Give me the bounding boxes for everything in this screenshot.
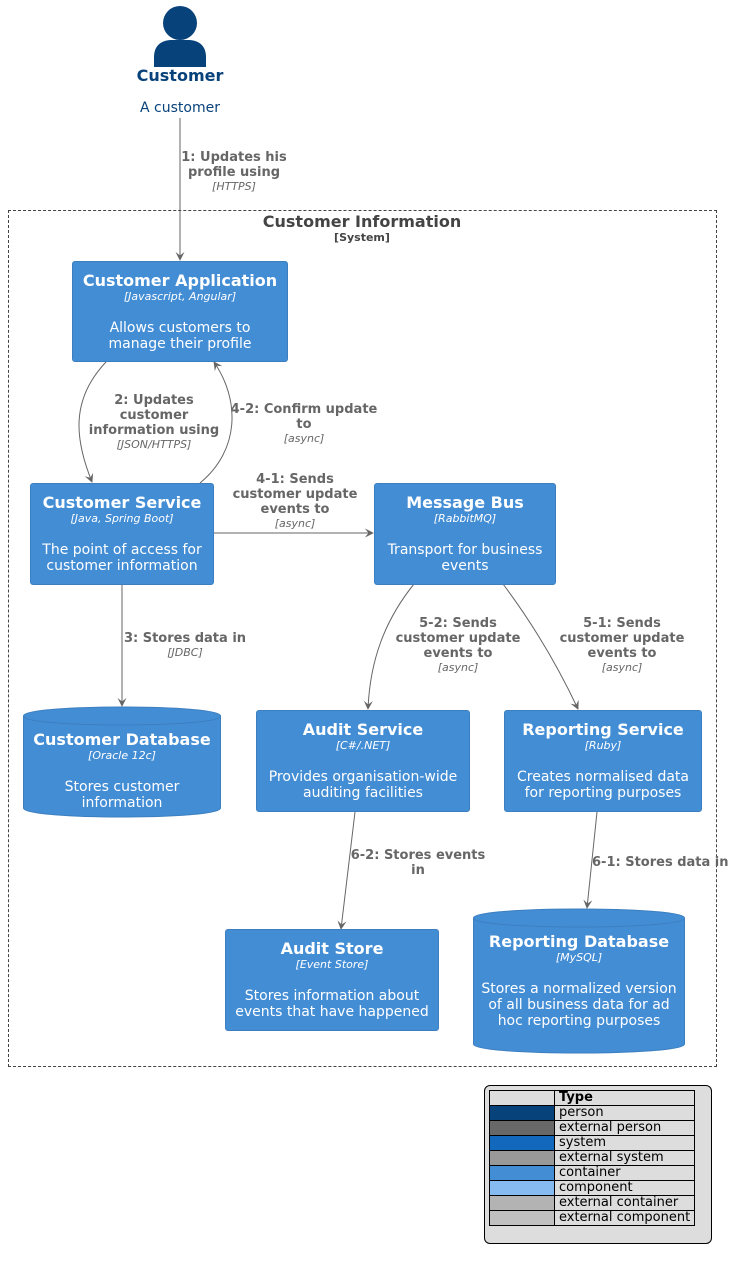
relationship-label-r41: 4-1: Sends customer update events to [as… (226, 472, 364, 531)
legend-label: external person (553, 1120, 696, 1136)
container-audit-store[interactable]: Audit Store [Event Store] Stores informa… (225, 929, 439, 1031)
legend-header-swatch (489, 1090, 555, 1106)
relationship-label-r52: 5-2: Sends customer update events to [as… (390, 616, 526, 675)
legend-row: person (489, 1105, 696, 1121)
boundary-title: Customer Information (262, 212, 462, 231)
relationship-label-r2: 2: Updates customer information using [J… (84, 393, 224, 452)
container-desc: Transport for business events (387, 542, 543, 574)
legend-label: system (553, 1135, 696, 1151)
relationship-text: 2: Updates customer information using (88, 393, 220, 438)
container-desc: Provides organisation-wide auditing faci… (268, 769, 458, 801)
container-name: Customer Application (82, 271, 278, 290)
legend-label: container (553, 1165, 696, 1181)
relationship-text: 4-1: Sends customer update events to (232, 472, 358, 517)
legend-label: external system (553, 1150, 696, 1166)
container-audit-service[interactable]: Audit Service [C#/.NET] Provides organis… (256, 710, 470, 812)
legend-swatch (489, 1180, 555, 1196)
legend-swatch (489, 1135, 555, 1151)
relationship-tech: [async] (283, 432, 325, 445)
relationship-text: 4-2: Confirm update to (230, 402, 378, 432)
relationship-label-r61: 6-1: Stores data in (592, 855, 737, 870)
legend-label: component (553, 1180, 696, 1196)
legend-row: system (489, 1135, 696, 1151)
container-desc: Creates normalised data for reporting pu… (517, 769, 689, 801)
container-customer-application[interactable]: Customer Application [Javascript, Angula… (72, 261, 288, 362)
relationship-label-r1: 1: Updates his profile using [HTTPS] (172, 150, 296, 194)
container-customer-database[interactable]: Customer Database [Oracle 12c] Stores cu… (23, 706, 221, 818)
legend-swatch (489, 1150, 555, 1166)
relationship-tech: [async] (601, 661, 643, 674)
relationship-tech: [async] (437, 661, 479, 674)
relationship-text: 1: Updates his profile using (181, 150, 287, 180)
relationship-label-r3: 3: Stores data in [JDBC] (120, 631, 250, 660)
relationship-text: 5-1: Sends customer update events to (559, 616, 685, 661)
legend-table: Type person external person system external… (489, 1090, 696, 1226)
relationship-label-r62: 6-2: Stores events in (346, 848, 490, 878)
container-reporting-database[interactable]: Reporting Database [MySQL] Stores a norm… (473, 908, 685, 1054)
relationship-label-r51: 5-1: Sends customer update events to [as… (554, 616, 690, 675)
container-message-bus[interactable]: Message Bus [RabbitMQ] Transport for bus… (374, 483, 556, 585)
container-tech: [Java, Spring Boot] (70, 512, 174, 525)
relationship-label-r42: 4-2: Confirm update to [async] (226, 402, 382, 446)
container-tech: [Oracle 12c] (88, 749, 156, 762)
person-description: A customer (140, 100, 220, 116)
container-tech: [Event Store] (295, 958, 369, 971)
container-tech: [C#/.NET] (335, 739, 391, 752)
legend-row: external component (489, 1210, 696, 1226)
legend: Type person external person system external… (484, 1085, 712, 1244)
legend-swatch (489, 1195, 555, 1211)
container-name: Audit Service (302, 720, 424, 739)
container-name: Customer Database (33, 730, 211, 749)
person-icon (154, 6, 206, 67)
legend-label: external container (553, 1195, 696, 1211)
container-desc: Allows customers to manage their profile (108, 320, 252, 352)
container-name: Customer Service (42, 493, 202, 512)
container-name: Audit Store (280, 939, 384, 958)
container-tech: [MySQL] (555, 951, 603, 964)
legend-row: component (489, 1180, 696, 1196)
container-desc: Stores customer information (64, 779, 180, 811)
container-name: Message Bus (406, 493, 524, 512)
legend-row: external system (489, 1150, 696, 1166)
container-tech: [Javascript, Angular] (123, 290, 237, 303)
legend-swatch (489, 1210, 555, 1226)
container-desc: Stores a normalized version of all busin… (481, 981, 677, 1029)
relationship-tech: [async] (274, 517, 316, 530)
relationship-tech: [HTTPS] (212, 180, 256, 193)
legend-row: external container (489, 1195, 696, 1211)
relationship-text: 5-2: Sends customer update events to (395, 616, 521, 661)
boundary-type: [System] (334, 231, 390, 244)
container-tech: [Ruby] (584, 739, 622, 752)
legend-label: person (553, 1105, 696, 1121)
relationship-text: 3: Stores data in (123, 631, 247, 646)
container-name: Reporting Database (488, 932, 670, 951)
person-name: Customer (136, 66, 224, 85)
container-desc: Stores information about events that hav… (235, 988, 429, 1020)
container-tech: [RabbitMQ] (433, 512, 497, 525)
container-customer-service[interactable]: Customer Service [Java, Spring Boot] The… (30, 483, 214, 585)
legend-header: Type (553, 1090, 696, 1106)
relationship-tech: [JSON/HTTPS] (116, 438, 192, 451)
relationship-text: 6-1: Stores data in (592, 855, 729, 870)
legend-swatch (489, 1120, 555, 1136)
container-desc: The point of access for customer informa… (42, 542, 202, 574)
relationship-tech: [JDBC] (167, 646, 203, 659)
legend-label: external component (553, 1210, 696, 1226)
legend-row: external person (489, 1120, 696, 1136)
relationship-text: 6-2: Stores events in (350, 848, 486, 878)
container-name: Reporting Service (522, 720, 684, 739)
legend-row: container (489, 1165, 696, 1181)
legend-swatch (489, 1165, 555, 1181)
container-reporting-service[interactable]: Reporting Service [Ruby] Creates normali… (504, 710, 702, 812)
legend-swatch (489, 1105, 555, 1121)
